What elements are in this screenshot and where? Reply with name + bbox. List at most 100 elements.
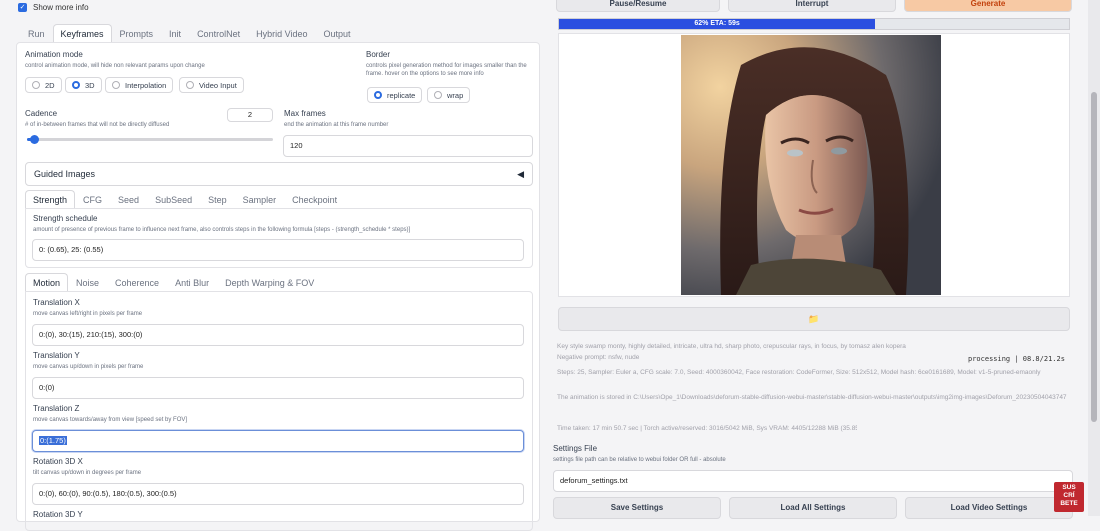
rotation-3d-x-input[interactable]: 0:(0), 60:(0), 90:(0.5), 180:(0.5), 300:… <box>32 483 524 505</box>
translation-z-label: Translation Z <box>33 404 80 413</box>
processing-status: processing | 08.8/21.2s <box>968 355 1065 363</box>
check-icon: ✓ <box>18 3 27 12</box>
show-more-info-checkbox[interactable]: ✓ Show more info <box>18 3 89 12</box>
radio-dot <box>186 81 194 89</box>
tab-controlnet[interactable]: ControlNet <box>189 24 248 42</box>
tab-prompts[interactable]: Prompts <box>112 24 162 42</box>
tab-seed[interactable]: Seed <box>110 190 147 208</box>
translation-x-label: Translation X <box>33 298 80 307</box>
rotation-3d-x-label: Rotation 3D X <box>33 457 83 466</box>
tab-anti-blur[interactable]: Anti Blur <box>167 273 217 291</box>
border-hint: controls pixel generation method for ima… <box>366 63 527 77</box>
guided-images-accordion[interactable]: Guided Images ◀ <box>25 162 533 186</box>
scrollbar-thumb[interactable] <box>1091 92 1097 422</box>
logo-line-2: CRÍ <box>1063 492 1075 499</box>
tab-checkpoint[interactable]: Checkpoint <box>284 190 345 208</box>
translation-z-selected-text: 0:(1.75) <box>39 436 67 445</box>
page-scrollbar[interactable] <box>1088 0 1100 516</box>
animation-mode-hint: control animation mode, will hide non re… <box>25 63 205 69</box>
strength-panel: Strength schedule amount of presence of … <box>25 208 533 268</box>
cadence-slider-track[interactable] <box>27 135 273 144</box>
translation-y-label: Translation Y <box>33 351 80 360</box>
tab-depth-warping-fov[interactable]: Depth Warping & FOV <box>217 273 322 291</box>
info-output-path: The animation is stored in C:\Users\Ope_… <box>557 394 1067 401</box>
pause-resume-button[interactable]: Pause/Resume <box>556 0 720 12</box>
collapse-arrow-icon[interactable]: ◀ <box>517 169 524 180</box>
translation-x-input[interactable]: 0:(0), 30:(15), 210:(15), 300:(0) <box>32 324 524 346</box>
strength-schedule-input[interactable]: 0: (0.65), 25: (0.55) <box>32 239 524 261</box>
rotation-3d-y-label: Rotation 3D Y <box>33 510 83 519</box>
output-image-panel <box>558 33 1070 297</box>
tab-strength[interactable]: Strength <box>25 190 76 208</box>
info-generation-params: Steps: 25, Sampler: Euler a, CFG scale: … <box>557 369 1041 376</box>
tab-coherence[interactable]: Coherence <box>107 273 167 291</box>
tab-sampler[interactable]: Sampler <box>235 190 285 208</box>
mode-video-input-radio[interactable]: Video Input <box>179 77 244 93</box>
border-wrap-radio[interactable]: wrap <box>427 87 471 103</box>
mode-2d-radio[interactable]: 2D <box>25 77 62 93</box>
tab-noise[interactable]: Noise <box>68 273 107 291</box>
mode-3d-label: 3D <box>85 80 95 90</box>
max-frames-input[interactable]: 120 <box>283 135 533 157</box>
max-frames-hint: end the animation at this frame number <box>284 122 389 128</box>
info-negative-prompt: Negative prompt: nsfw, nude <box>557 354 640 361</box>
cadence-hint: # of in-between frames that will not be … <box>25 122 170 128</box>
logo-line-3: BETE <box>1060 500 1078 507</box>
cadence-slider-handle[interactable] <box>30 135 40 144</box>
radio-dot <box>112 81 120 89</box>
show-more-info-label: Show more info <box>33 3 89 12</box>
rotation-3d-x-hint: tilt canvas up/down in degrees per frame <box>33 470 142 476</box>
progress-bar: 62% ETA: 59s <box>558 18 1070 30</box>
info-time-taken: Time taken: 17 min 50.7 sec | Torch acti… <box>557 425 857 432</box>
cadence-number-input[interactable]: 2 <box>227 108 273 122</box>
mode-2d-label: 2D <box>45 80 55 90</box>
tab-keyframes[interactable]: Keyframes <box>52 24 112 42</box>
strength-schedule-label: Strength schedule <box>33 214 98 223</box>
border-replicate-label: replicate <box>387 90 416 100</box>
border-label: Border <box>366 50 391 59</box>
tab-subseed[interactable]: SubSeed <box>147 190 200 208</box>
settings-file-input[interactable]: deforum_settings.txt <box>553 470 1073 492</box>
guided-images-title: Guided Images <box>34 169 96 179</box>
schedule-tabs: Strength CFG Seed SubSeed Step Sampler C… <box>25 190 345 208</box>
mode-3d-radio[interactable]: 3D <box>65 77 102 93</box>
tab-init[interactable]: Init <box>161 24 189 42</box>
strength-schedule-hint: amount of presence of previous frame to … <box>33 227 411 233</box>
settings-column: ✓ Show more info Run Keyframes Prompts I… <box>16 0 542 531</box>
translation-x-hint: move canvas left/right in pixels per fra… <box>33 311 143 317</box>
mode-interpolation-label: Interpolation <box>125 80 167 90</box>
radio-dot-selected <box>374 91 382 99</box>
mode-video-input-label: Video Input <box>199 80 237 90</box>
motion-panel: Translation X move canvas left/right in … <box>25 291 533 531</box>
translation-z-hint: move canvas towards/away from view [spee… <box>33 417 188 423</box>
tab-cfg[interactable]: CFG <box>75 190 110 208</box>
tab-motion[interactable]: Motion <box>25 273 69 291</box>
output-column: Pause/Resume Interrupt Generate 62% ETA:… <box>550 0 1080 519</box>
animation-mode-label: Animation mode <box>25 50 83 59</box>
radio-dot-selected <box>72 81 80 89</box>
tab-step[interactable]: Step <box>200 190 235 208</box>
max-frames-label: Max frames <box>284 109 326 118</box>
interrupt-button[interactable]: Interrupt <box>728 0 896 12</box>
generated-portrait-image[interactable] <box>681 35 941 295</box>
subscribe-logo[interactable]: SUS CRÍ BETE <box>1054 482 1084 512</box>
radio-dot <box>32 81 40 89</box>
generate-button[interactable]: Generate <box>904 0 1072 12</box>
border-replicate-radio[interactable]: replicate <box>367 87 423 103</box>
radio-dot <box>434 91 442 99</box>
mode-interpolation-radio[interactable]: Interpolation <box>105 77 174 93</box>
folder-icon: 📁 <box>808 314 820 324</box>
keyframes-panel: Animation mode control animation mode, w… <box>16 42 540 531</box>
settings-file-hint: settings file path can be relative to we… <box>553 457 726 463</box>
translation-z-input[interactable]: 0:(1.75) <box>32 430 524 452</box>
open-folder-button[interactable]: 📁 <box>558 307 1070 331</box>
cadence-label: Cadence <box>25 109 58 118</box>
tab-run[interactable]: Run <box>20 24 53 42</box>
translation-y-hint: move canvas up/down in pixels per frame <box>33 364 144 370</box>
progress-fill: 62% ETA: 59s <box>559 19 876 29</box>
motion-tabs: Motion Noise Coherence Anti Blur Depth W… <box>25 273 322 291</box>
translation-y-input[interactable]: 0:(0) <box>32 377 524 399</box>
tab-output[interactable]: Output <box>315 24 358 42</box>
info-prompt: Key style swamp monty, highly detailed, … <box>557 343 906 350</box>
tab-hybrid-video[interactable]: Hybrid Video <box>248 24 315 42</box>
